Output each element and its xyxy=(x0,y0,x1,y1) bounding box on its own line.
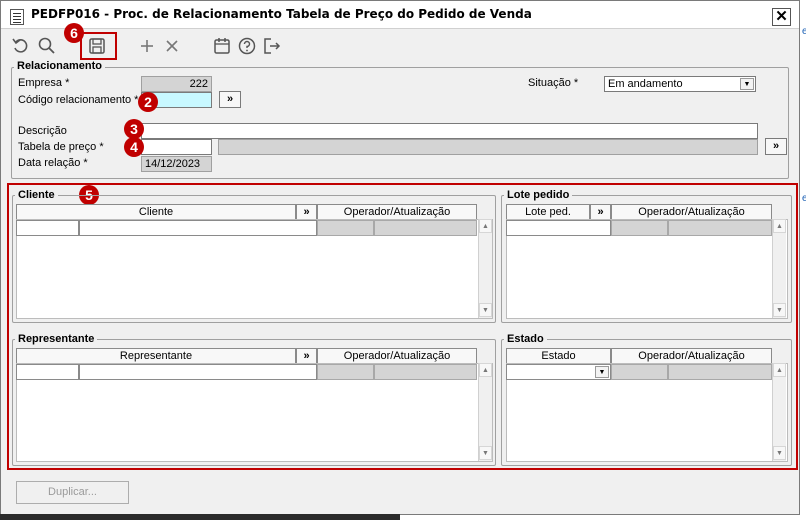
cliente-code-cell[interactable] xyxy=(16,220,79,236)
annotation-badge-3: 3 xyxy=(124,119,144,139)
data-relacao-field: 14/12/2023 xyxy=(141,156,212,172)
codigo-lookup-button[interactable]: » xyxy=(219,91,241,108)
relacionamento-legend: Relacionamento xyxy=(14,60,105,72)
tabela-preco-description xyxy=(218,139,758,155)
representante-legend: Representante xyxy=(15,333,98,345)
cliente-operador-cell xyxy=(317,220,374,236)
help-icon[interactable] xyxy=(237,36,257,56)
lote-operador-cell xyxy=(611,220,668,236)
cliente-lookup-header[interactable]: » xyxy=(296,204,317,220)
search-icon[interactable] xyxy=(37,36,57,56)
delete-icon[interactable] xyxy=(162,36,182,56)
lote-operador-header[interactable]: Operador/Atualização xyxy=(611,204,772,220)
representante-column-header[interactable]: Representante xyxy=(16,348,296,364)
undo-icon[interactable] xyxy=(11,36,31,56)
chevron-down-icon[interactable]: ▼ xyxy=(595,366,609,378)
representante-name-cell[interactable] xyxy=(79,364,317,380)
chevron-down-icon[interactable]: ▼ xyxy=(740,78,754,90)
background-text-fragment: e xyxy=(802,26,806,37)
representante-atualizacao-cell xyxy=(374,364,477,380)
scroll-up-icon[interactable]: ▲ xyxy=(773,219,786,233)
scroll-up-icon[interactable]: ▲ xyxy=(773,363,786,377)
lote-column-header[interactable]: Lote ped. xyxy=(506,204,590,220)
cliente-scrollbar[interactable]: ▲ ▼ xyxy=(478,219,492,318)
descricao-label: Descrição xyxy=(18,125,67,137)
situacao-label: Situação * xyxy=(528,77,579,89)
scroll-down-icon[interactable]: ▼ xyxy=(479,303,492,317)
estado-operador-cell xyxy=(611,364,668,380)
exit-icon[interactable] xyxy=(262,36,282,56)
annotation-badge-6: 6 xyxy=(64,23,84,43)
representante-operador-cell xyxy=(317,364,374,380)
tabela-preco-label: Tabela de preço * xyxy=(18,141,104,153)
title-bar: PEDFP016 - Proc. de Relacionamento Tabel… xyxy=(1,1,799,29)
window-title: PEDFP016 - Proc. de Relacionamento Tabel… xyxy=(31,7,532,21)
scroll-down-icon[interactable]: ▼ xyxy=(773,303,786,317)
estado-scrollbar[interactable]: ▲ ▼ xyxy=(772,363,786,461)
cliente-column-header[interactable]: Cliente xyxy=(16,204,296,220)
lote-lookup-header[interactable]: » xyxy=(590,204,611,220)
annotation-badge-4: 4 xyxy=(124,137,144,157)
situacao-value: Em andamento xyxy=(608,78,683,90)
scroll-down-icon[interactable]: ▼ xyxy=(479,446,492,460)
cliente-name-cell[interactable] xyxy=(79,220,317,236)
scroll-up-icon[interactable]: ▲ xyxy=(479,363,492,377)
lote-pedido-legend: Lote pedido xyxy=(504,189,573,201)
estado-column-header[interactable]: Estado xyxy=(506,348,611,364)
background-text-fragment: e xyxy=(802,193,806,204)
representante-code-cell[interactable] xyxy=(16,364,79,380)
representante-operador-header[interactable]: Operador/Atualização xyxy=(317,348,477,364)
estado-operador-header[interactable]: Operador/Atualização xyxy=(611,348,772,364)
codigo-relacionamento-label: Código relacionamento * xyxy=(18,94,139,106)
empresa-field[interactable]: 222 xyxy=(141,76,212,92)
data-relacao-label: Data relação * xyxy=(18,157,88,169)
estado-atualizacao-cell xyxy=(668,364,772,380)
lote-cell[interactable] xyxy=(506,220,611,236)
close-button[interactable]: ✕ xyxy=(772,8,791,26)
situacao-select[interactable]: Em andamento ▼ xyxy=(604,76,756,92)
duplicar-button[interactable]: Duplicar... xyxy=(16,481,129,504)
estado-select-cell[interactable]: ▼ xyxy=(506,364,611,380)
calendar-icon[interactable] xyxy=(212,36,232,56)
estado-legend: Estado xyxy=(504,333,547,345)
scroll-up-icon[interactable]: ▲ xyxy=(479,219,492,233)
document-icon xyxy=(10,9,24,25)
cliente-legend: Cliente xyxy=(15,189,58,201)
representante-lookup-header[interactable]: » xyxy=(296,348,317,364)
tabela-preco-lookup-button[interactable]: » xyxy=(765,138,787,155)
cliente-operador-header[interactable]: Operador/Atualização xyxy=(317,204,477,220)
scroll-down-icon[interactable]: ▼ xyxy=(773,446,786,460)
cliente-atualizacao-cell xyxy=(374,220,477,236)
tabela-preco-field[interactable] xyxy=(141,139,212,155)
lote-atualizacao-cell xyxy=(668,220,772,236)
taskbar-edge xyxy=(0,514,400,520)
descricao-field[interactable] xyxy=(141,123,758,139)
representante-scrollbar[interactable]: ▲ ▼ xyxy=(478,363,492,461)
annotation-badge-2: 2 xyxy=(138,92,158,112)
add-icon[interactable] xyxy=(137,36,157,56)
empresa-label: Empresa * xyxy=(18,77,70,89)
lote-scrollbar[interactable]: ▲ ▼ xyxy=(772,219,786,318)
save-highlight-frame xyxy=(80,32,117,60)
